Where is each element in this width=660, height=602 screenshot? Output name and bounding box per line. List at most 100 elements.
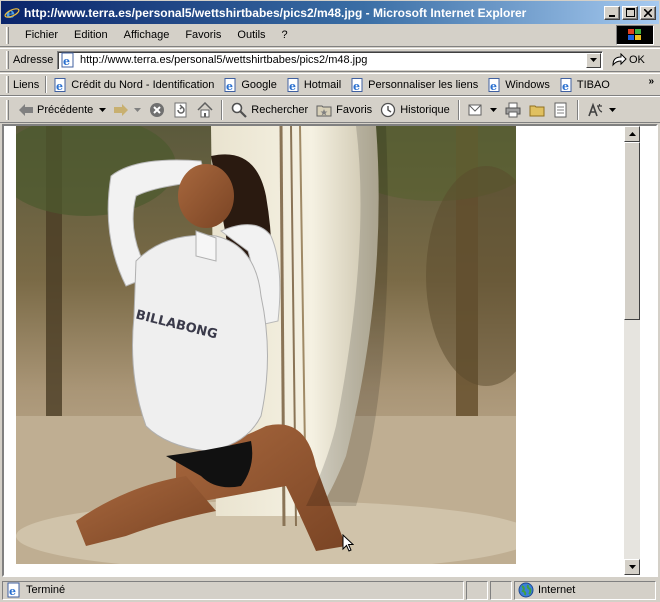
chevron-up-icon	[628, 132, 636, 136]
status-bar: e Terminé Internet	[0, 578, 660, 602]
ie-page-icon: e	[488, 77, 500, 92]
chevron-down-icon[interactable]	[134, 107, 142, 112]
chevron-down-icon[interactable]	[608, 107, 616, 112]
refresh-button[interactable]	[169, 99, 193, 121]
title-bar: e http://www.terra.es/personal5/wettshir…	[0, 0, 660, 24]
chevron-down-icon	[628, 565, 636, 569]
menu-fichier[interactable]: Fichier	[17, 27, 66, 43]
menu-edition[interactable]: Edition	[66, 27, 116, 43]
page-body: BILLABONG	[4, 126, 640, 575]
toolbar-grip[interactable]	[6, 51, 9, 69]
address-input[interactable]: e http://www.terra.es/personal5/wettshir…	[57, 50, 603, 70]
translate-icon	[587, 102, 602, 116]
svg-text:e: e	[63, 55, 70, 68]
status-panel-zone: Internet	[514, 580, 656, 600]
svg-text:e: e	[56, 80, 63, 92]
window-title: http://www.terra.es/personal5/wettshirtb…	[24, 5, 527, 20]
page-icon: e	[61, 52, 74, 68]
mouse-cursor-icon	[342, 534, 354, 552]
status-text: Terminé	[26, 584, 66, 596]
menu-favoris[interactable]: Favoris	[177, 27, 229, 43]
close-button[interactable]	[640, 5, 656, 20]
displayed-photo: BILLABONG	[16, 126, 516, 564]
svg-text:e: e	[490, 80, 497, 92]
svg-text:e: e	[562, 80, 569, 92]
svg-text:e: e	[289, 80, 296, 92]
scroll-up-button[interactable]	[624, 126, 640, 142]
status-panel-lock	[490, 580, 512, 600]
status-panel-main: e Terminé	[2, 580, 464, 600]
toolbar-grip[interactable]	[6, 76, 9, 93]
search-icon	[231, 102, 248, 118]
edit-button[interactable]	[549, 99, 573, 121]
ie-logo-icon: e	[4, 5, 20, 21]
svg-text:e: e	[226, 80, 233, 92]
maximize-icon	[625, 8, 635, 17]
link-google[interactable]: e Google	[219, 77, 281, 92]
print-icon	[505, 102, 521, 117]
mail-icon	[468, 104, 482, 115]
home-icon	[197, 101, 213, 117]
minimize-button[interactable]	[604, 5, 620, 20]
vertical-scrollbar[interactable]	[624, 126, 640, 575]
scroll-thumb[interactable]	[624, 142, 640, 320]
refresh-icon	[174, 102, 187, 117]
menu-outils[interactable]: Outils	[229, 27, 273, 43]
forward-arrow-icon	[114, 103, 129, 116]
ie-page-icon: e	[7, 582, 20, 598]
history-button[interactable]: Historique	[376, 99, 454, 121]
toolbar-grip[interactable]	[6, 26, 9, 44]
links-overflow-chevron-icon[interactable]: »	[648, 76, 654, 87]
minimize-icon	[609, 14, 615, 17]
address-url: http://www.terra.es/personal5/wettshirtb…	[80, 54, 368, 66]
address-label: Adresse	[13, 54, 54, 66]
go-label: OK	[629, 54, 645, 66]
link-hotmail[interactable]: e Hotmail	[282, 77, 346, 92]
ie-page-icon: e	[560, 77, 572, 92]
favorites-folder-icon	[316, 105, 332, 116]
back-button[interactable]: Précédente	[15, 99, 110, 121]
ie-page-icon: e	[224, 77, 236, 92]
chevron-down-icon[interactable]	[99, 107, 107, 112]
zone-label: Internet	[538, 584, 576, 596]
ie-page-icon: e	[54, 77, 66, 92]
print-button[interactable]	[501, 99, 525, 121]
link-tibao[interactable]: e TIBAO	[555, 77, 615, 92]
document-icon	[554, 102, 567, 117]
chevron-down-icon	[590, 58, 597, 62]
windows-logo-icon	[616, 25, 654, 45]
svg-text:e: e	[6, 6, 15, 21]
folder-icon	[529, 105, 545, 116]
links-label: Liens	[13, 78, 40, 91]
link-windows[interactable]: e Windows	[483, 77, 555, 92]
go-arrow-icon	[612, 53, 627, 67]
history-icon	[381, 102, 396, 117]
link-credit-du-nord[interactable]: e Crédit du Nord - Identification	[49, 77, 219, 92]
stop-button[interactable]	[145, 99, 169, 121]
link-personnaliser[interactable]: e Personnaliser les liens	[346, 77, 483, 92]
forward-button[interactable]	[110, 99, 145, 121]
toolbar-grip[interactable]	[6, 99, 9, 120]
separator	[576, 99, 579, 120]
menu-help[interactable]: ?	[274, 27, 296, 43]
page-viewport[interactable]: BILLABONG	[2, 124, 658, 577]
address-dropdown-button[interactable]	[586, 52, 601, 68]
separator	[45, 76, 48, 93]
globe-icon	[518, 582, 534, 598]
home-button[interactable]	[193, 99, 217, 121]
separator	[221, 99, 224, 120]
menu-bar: Fichier Edition Affichage Favoris Outils…	[0, 24, 660, 47]
go-button[interactable]: OK	[611, 53, 645, 67]
scroll-down-button[interactable]	[624, 559, 640, 575]
svg-text:e: e	[9, 585, 16, 598]
folder-button[interactable]	[525, 99, 549, 121]
maximize-button[interactable]	[622, 5, 638, 20]
beach-photo-image: BILLABONG	[16, 126, 516, 564]
translate-button[interactable]	[583, 99, 620, 121]
favorites-button[interactable]: Favoris	[312, 99, 376, 121]
menu-affichage[interactable]: Affichage	[116, 27, 178, 43]
mail-button[interactable]	[464, 99, 501, 121]
standard-toolbar: Précédente Rechercher Favoris Historique	[0, 96, 660, 123]
search-button[interactable]: Rechercher	[227, 99, 312, 121]
chevron-down-icon[interactable]	[489, 107, 497, 112]
